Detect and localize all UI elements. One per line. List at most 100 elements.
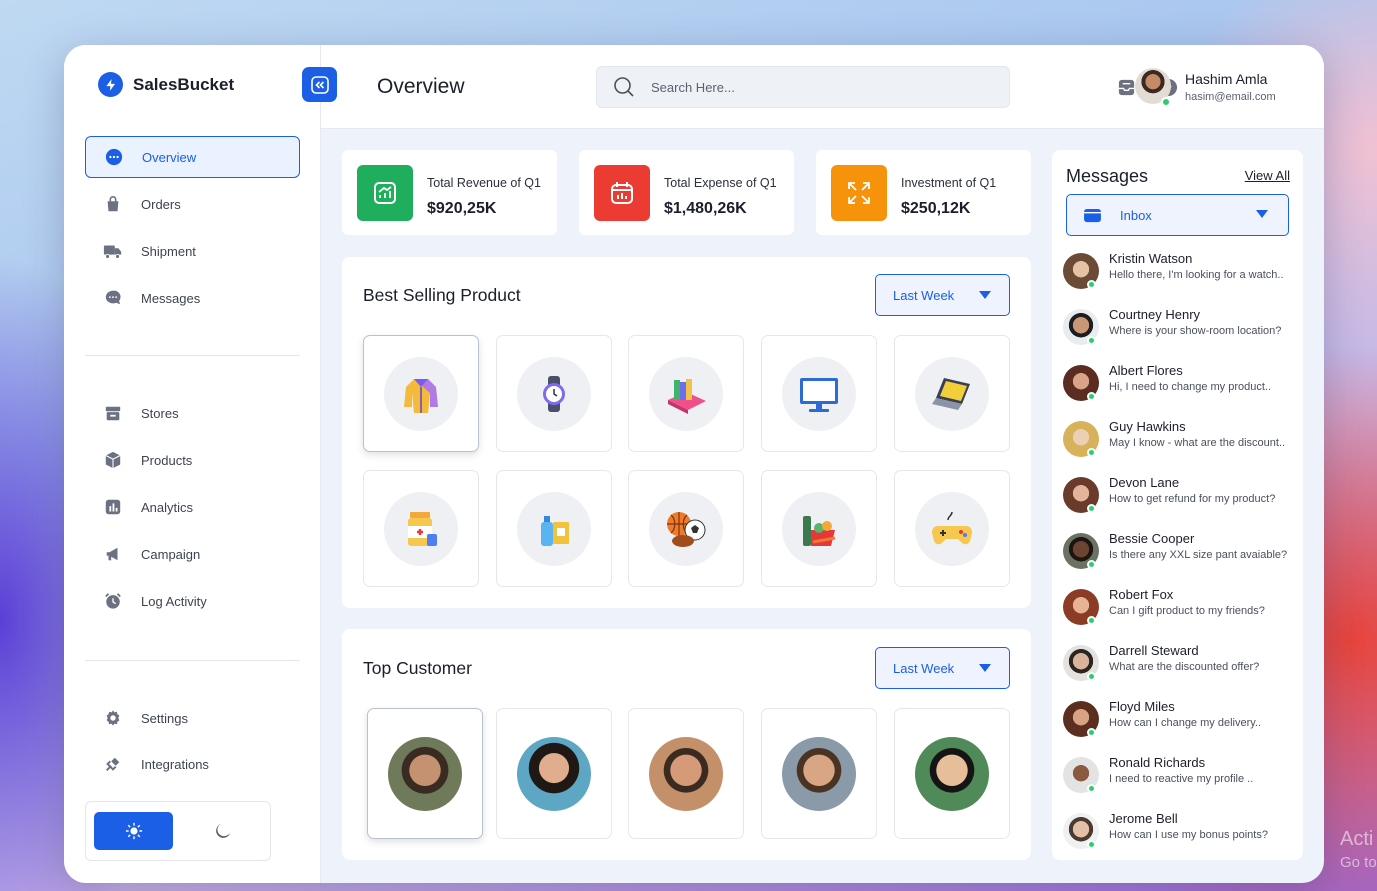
sidebar-item-messages[interactable]: Messages bbox=[85, 277, 300, 319]
message-item[interactable]: Albert Flores Hi, I need to change my pr… bbox=[1063, 361, 1298, 411]
stat-label: Investment of Q1 bbox=[901, 176, 997, 190]
stat-card-expense[interactable]: Total Expense of Q1 $1,480,26K bbox=[579, 150, 794, 235]
message-preview: Can I gift product to my friends? bbox=[1109, 605, 1265, 617]
sidebar-item-label: Analytics bbox=[141, 499, 194, 515]
product-tile[interactable] bbox=[496, 470, 612, 587]
avatar bbox=[388, 736, 462, 811]
product-tile[interactable] bbox=[628, 335, 744, 452]
sidebar-item-products[interactable]: Products bbox=[85, 439, 300, 481]
online-status-dot bbox=[1087, 448, 1096, 457]
message-sender: Albert Flores bbox=[1109, 363, 1183, 378]
panel-title: Top Customer bbox=[363, 658, 472, 678]
message-preview: I need to reactive my profile .. bbox=[1109, 773, 1254, 785]
view-all-link[interactable]: View All bbox=[1245, 168, 1290, 183]
message-preview: How to get refund for my product? bbox=[1109, 493, 1276, 505]
chat-bubble-icon bbox=[103, 288, 123, 308]
customer-tile[interactable] bbox=[894, 708, 1010, 839]
message-preview: Hi, I need to change my product.. bbox=[1109, 381, 1272, 393]
product-tile[interactable] bbox=[363, 470, 479, 587]
message-item[interactable]: Darrell Steward What are the discounted … bbox=[1063, 641, 1298, 691]
message-sender: Bessie Cooper bbox=[1109, 531, 1195, 546]
top-customer-filter-dropdown[interactable]: Last Week bbox=[875, 647, 1010, 689]
page-title: Overview bbox=[377, 75, 465, 98]
messages-panel: Messages View All Inbox Kristin Watson H… bbox=[1052, 150, 1303, 860]
calendar-chart-icon bbox=[594, 165, 650, 221]
online-status-dot bbox=[1087, 392, 1096, 401]
sidebar-item-analytics[interactable]: Analytics bbox=[85, 486, 300, 528]
expand-icon bbox=[831, 165, 887, 221]
message-item[interactable]: Kristin Watson Hello there, I'm looking … bbox=[1063, 249, 1298, 299]
sidebar-item-overview[interactable]: Overview bbox=[85, 136, 300, 178]
product-tile[interactable] bbox=[628, 470, 744, 587]
sidebar-item-integrations[interactable]: Integrations bbox=[85, 743, 300, 785]
online-status-dot bbox=[1161, 97, 1171, 107]
caret-down-icon bbox=[1256, 210, 1268, 218]
message-sender: Courtney Henry bbox=[1109, 307, 1201, 322]
sun-icon bbox=[125, 822, 142, 840]
product-tile[interactable] bbox=[496, 335, 612, 452]
sidebar-item-label: Shipment bbox=[141, 243, 196, 259]
search-input[interactable] bbox=[651, 79, 971, 95]
panel-title: Best Selling Product bbox=[363, 285, 521, 305]
online-status-dot bbox=[1087, 504, 1096, 513]
dropdown-value: Last Week bbox=[893, 660, 955, 676]
activation-watermark-subtext: Go to bbox=[1340, 854, 1377, 871]
brand[interactable]: SalesBucket bbox=[98, 72, 234, 97]
customer-tile[interactable] bbox=[496, 708, 612, 839]
message-item[interactable]: Courtney Henry Where is your show-room l… bbox=[1063, 305, 1298, 355]
inbox-dropdown[interactable]: Inbox bbox=[1066, 194, 1289, 236]
inbox-tray-icon[interactable] bbox=[1116, 77, 1136, 97]
sidebar-item-label: Integrations bbox=[141, 756, 209, 772]
avatar bbox=[649, 736, 723, 811]
online-status-dot bbox=[1087, 616, 1096, 625]
stat-card-revenue[interactable]: Total Revenue of Q1 $920,25K bbox=[342, 150, 557, 235]
sidebar-item-shipment[interactable]: Shipment bbox=[85, 230, 300, 272]
message-item[interactable]: Bessie Cooper Is there any XXL size pant… bbox=[1063, 529, 1298, 579]
product-tile[interactable] bbox=[894, 335, 1010, 452]
message-sender: Guy Hawkins bbox=[1109, 419, 1186, 434]
message-item[interactable]: Floyd Miles How can I change my delivery… bbox=[1063, 697, 1298, 747]
stat-card-investment[interactable]: Investment of Q1 $250,12K bbox=[816, 150, 1031, 235]
sidebar-item-orders[interactable]: Orders bbox=[85, 183, 300, 225]
lightning-logo-icon bbox=[98, 72, 123, 97]
sidebar-divider bbox=[85, 355, 300, 356]
stat-label: Total Expense of Q1 bbox=[664, 176, 777, 190]
message-item[interactable]: Guy Hawkins May I know - what are the di… bbox=[1063, 417, 1298, 467]
sidebar-item-label: Campaign bbox=[141, 546, 201, 562]
chart-up-icon bbox=[357, 165, 413, 221]
message-item[interactable]: Devon Lane How to get refund for my prod… bbox=[1063, 473, 1298, 523]
best-selling-panel: Best Selling Product Last Week bbox=[342, 257, 1031, 608]
message-item[interactable]: Robert Fox Can I gift product to my frie… bbox=[1063, 585, 1298, 635]
online-status-dot bbox=[1087, 672, 1096, 681]
light-mode-button[interactable] bbox=[94, 812, 173, 850]
product-tile[interactable] bbox=[761, 335, 877, 452]
sidebar-item-label: Settings bbox=[141, 710, 188, 726]
message-item[interactable]: Ronald Richards I need to reactive my pr… bbox=[1063, 753, 1298, 803]
product-tile[interactable] bbox=[761, 470, 877, 587]
customer-tile[interactable] bbox=[367, 708, 483, 839]
top-customer-panel: Top Customer Last Week bbox=[342, 629, 1031, 860]
customer-tile[interactable] bbox=[761, 708, 877, 839]
books-icon bbox=[649, 356, 723, 431]
best-selling-filter-dropdown[interactable]: Last Week bbox=[875, 274, 1010, 316]
jacket-icon bbox=[384, 356, 458, 431]
sidebar-item-log-activity[interactable]: Log Activity bbox=[85, 580, 300, 622]
user-name[interactable]: Hashim Amla bbox=[1185, 71, 1267, 87]
caret-down-icon bbox=[979, 291, 991, 299]
sidebar-item-stores[interactable]: Stores bbox=[85, 392, 300, 434]
sidebar-item-label: Orders bbox=[141, 196, 181, 212]
product-tile[interactable] bbox=[363, 335, 479, 452]
bar-chart-icon bbox=[103, 497, 123, 517]
dark-mode-button[interactable] bbox=[204, 812, 242, 850]
product-tile[interactable] bbox=[894, 470, 1010, 587]
gear-icon bbox=[103, 708, 123, 728]
sidebar-item-settings[interactable]: Settings bbox=[85, 697, 300, 739]
collapse-sidebar-button[interactable] bbox=[302, 67, 337, 102]
medicine-icon bbox=[384, 491, 458, 566]
customer-tile[interactable] bbox=[628, 708, 744, 839]
sidebar-item-campaign[interactable]: Campaign bbox=[85, 533, 300, 575]
search-bar[interactable] bbox=[596, 66, 1010, 108]
gamepad-icon bbox=[915, 491, 989, 566]
truck-icon bbox=[103, 241, 123, 261]
message-item[interactable]: Jerome Bell How can I use my bonus point… bbox=[1063, 809, 1298, 859]
